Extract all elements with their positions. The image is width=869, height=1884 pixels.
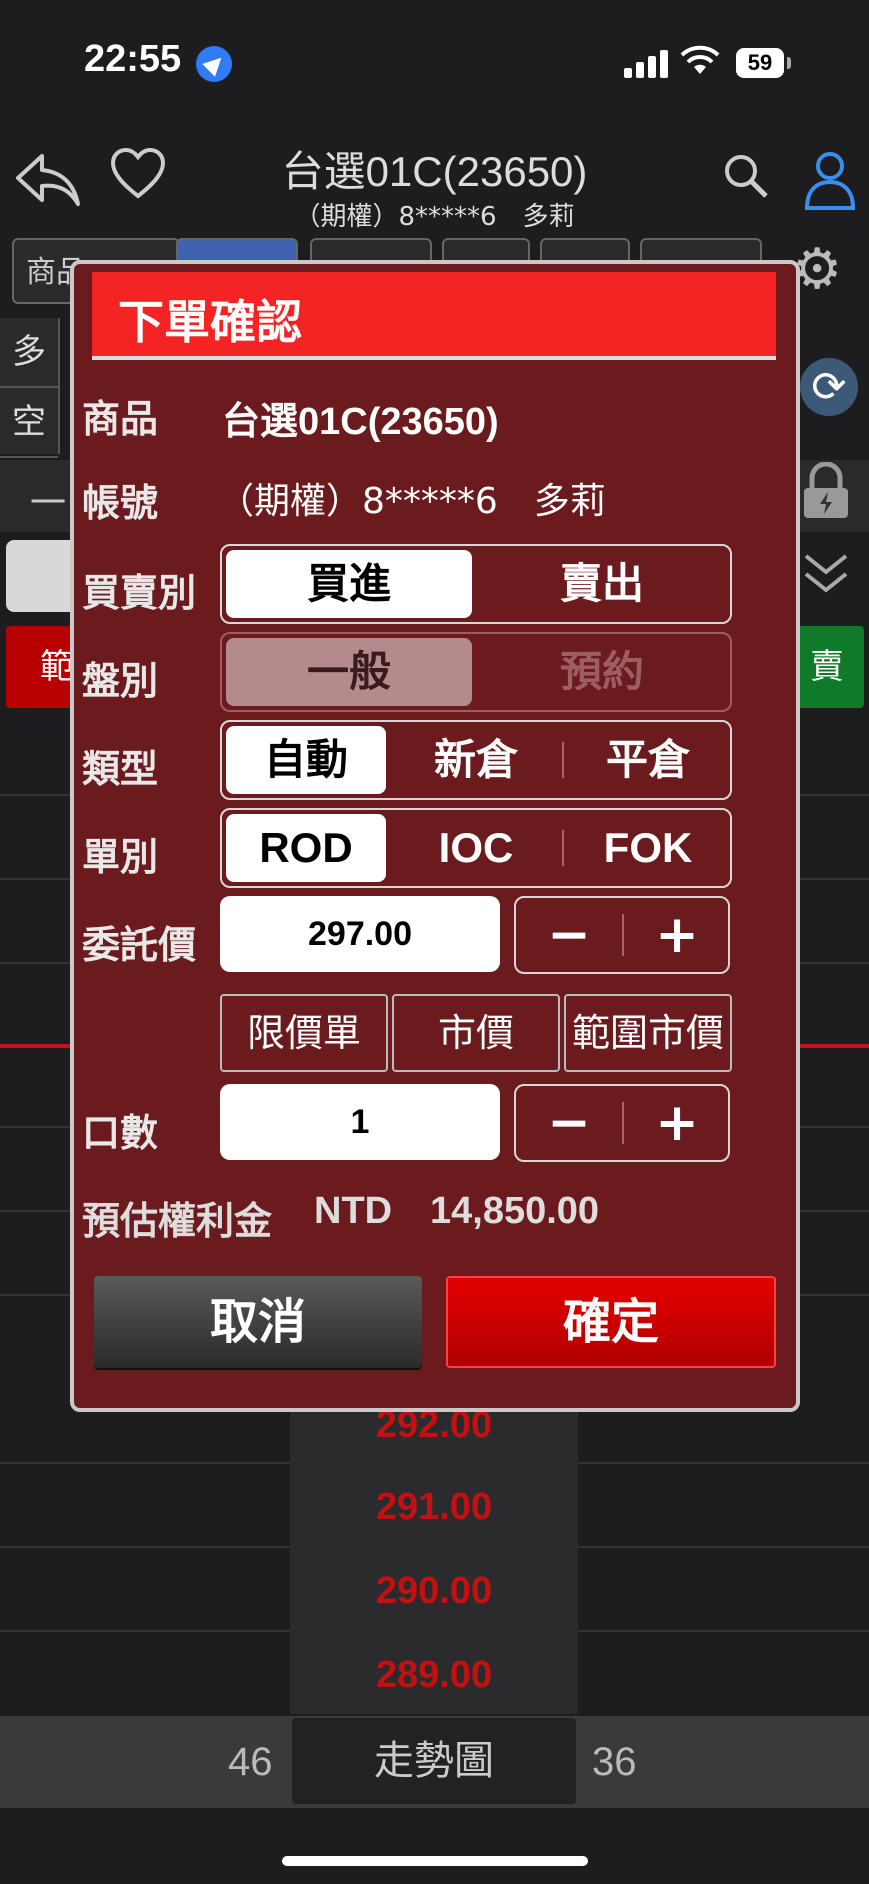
- segment-divider: [562, 830, 564, 866]
- ioc-option[interactable]: IOC: [392, 814, 560, 882]
- buy-option[interactable]: 買進: [226, 550, 472, 618]
- price-stepper: − +: [514, 896, 730, 974]
- reserved-order-option[interactable]: 預約: [478, 638, 726, 706]
- cancel-button[interactable]: 取消: [94, 1276, 422, 1368]
- price-label: 委託價: [82, 923, 197, 967]
- price-level[interactable]: 290.00: [290, 1550, 578, 1632]
- double-chevron-down-icon[interactable]: [798, 548, 854, 612]
- status-time: 22:55: [84, 38, 182, 80]
- bid-total: 46: [228, 1740, 273, 1784]
- battery-tip: [787, 57, 791, 69]
- price-level[interactable]: 291.00: [290, 1466, 578, 1548]
- segment-divider: [562, 742, 564, 778]
- page-subtitle: （期權）8*****6 多莉: [294, 202, 575, 232]
- quantity-label: 口數: [82, 1111, 159, 1155]
- limit-order-button[interactable]: 限價單: [220, 994, 388, 1072]
- home-indicator: [282, 1856, 588, 1866]
- battery-indicator: 59: [736, 48, 784, 78]
- premium-value: 14,850.00: [430, 1190, 600, 1232]
- order-kind-segmented-control: 一般 預約: [220, 632, 732, 712]
- quantity-increment-button[interactable]: +: [624, 1086, 730, 1160]
- bg-long-label: 多: [0, 318, 58, 388]
- account-value: （期權）8*****6 多莉: [218, 481, 606, 522]
- tif-label: 單別: [82, 835, 159, 879]
- premium-label: 預估權利金: [82, 1199, 273, 1243]
- time-in-force-segmented-control: ROD IOC FOK: [220, 808, 732, 888]
- order-kind-label: 盤別: [82, 659, 159, 703]
- price-increment-button[interactable]: +: [624, 898, 730, 972]
- side-segmented-control: 買進 賣出: [220, 544, 732, 624]
- cellular-signal-icon: [624, 48, 668, 78]
- bg-input-pill: [6, 540, 76, 612]
- premium-currency: NTD: [314, 1190, 393, 1232]
- normal-session-option[interactable]: 一般: [226, 638, 472, 706]
- type-label: 類型: [82, 747, 159, 791]
- price-decrement-button[interactable]: −: [516, 898, 622, 972]
- search-icon[interactable]: [722, 152, 770, 200]
- fok-option[interactable]: FOK: [566, 814, 730, 882]
- dialog-title: 下單確認: [118, 295, 302, 349]
- market-order-button[interactable]: 市價: [392, 994, 560, 1072]
- product-value: 台選01C(23650): [222, 401, 499, 443]
- range-market-order-button[interactable]: 範圍市價: [564, 994, 732, 1072]
- refresh-icon[interactable]: ⟳: [800, 358, 858, 416]
- wifi-icon: [680, 44, 720, 85]
- open-position-option[interactable]: 新倉: [392, 726, 560, 794]
- lock-icon[interactable]: [800, 461, 852, 520]
- confirm-button[interactable]: 確定: [446, 1276, 776, 1368]
- bg-row-label: 一: [30, 483, 67, 524]
- price-input[interactable]: 297.00: [220, 896, 500, 972]
- location-icon: [196, 46, 232, 82]
- auto-option[interactable]: 自動: [226, 726, 386, 794]
- trend-chart-button[interactable]: 走勢圖: [292, 1718, 576, 1804]
- close-position-option[interactable]: 平倉: [566, 726, 730, 794]
- quantity-decrement-button[interactable]: −: [516, 1086, 622, 1160]
- side-label: 買賣別: [82, 571, 197, 615]
- ask-total: 36: [592, 1740, 637, 1784]
- price-level[interactable]: 289.00: [290, 1634, 578, 1716]
- sell-option[interactable]: 賣出: [478, 550, 726, 618]
- bg-side-column: 多 空: [0, 318, 60, 458]
- product-label: 商品: [82, 397, 159, 441]
- user-account-icon[interactable]: [804, 150, 856, 210]
- position-type-segmented-control: 自動 新倉 平倉: [220, 720, 732, 800]
- account-label: 帳號: [82, 481, 159, 525]
- quantity-input[interactable]: 1: [220, 1084, 500, 1160]
- quantity-stepper: − +: [514, 1084, 730, 1162]
- bg-short-label: 空: [0, 388, 58, 458]
- rod-option[interactable]: ROD: [226, 814, 386, 882]
- bg-sell-button[interactable]: 賣: [790, 626, 864, 708]
